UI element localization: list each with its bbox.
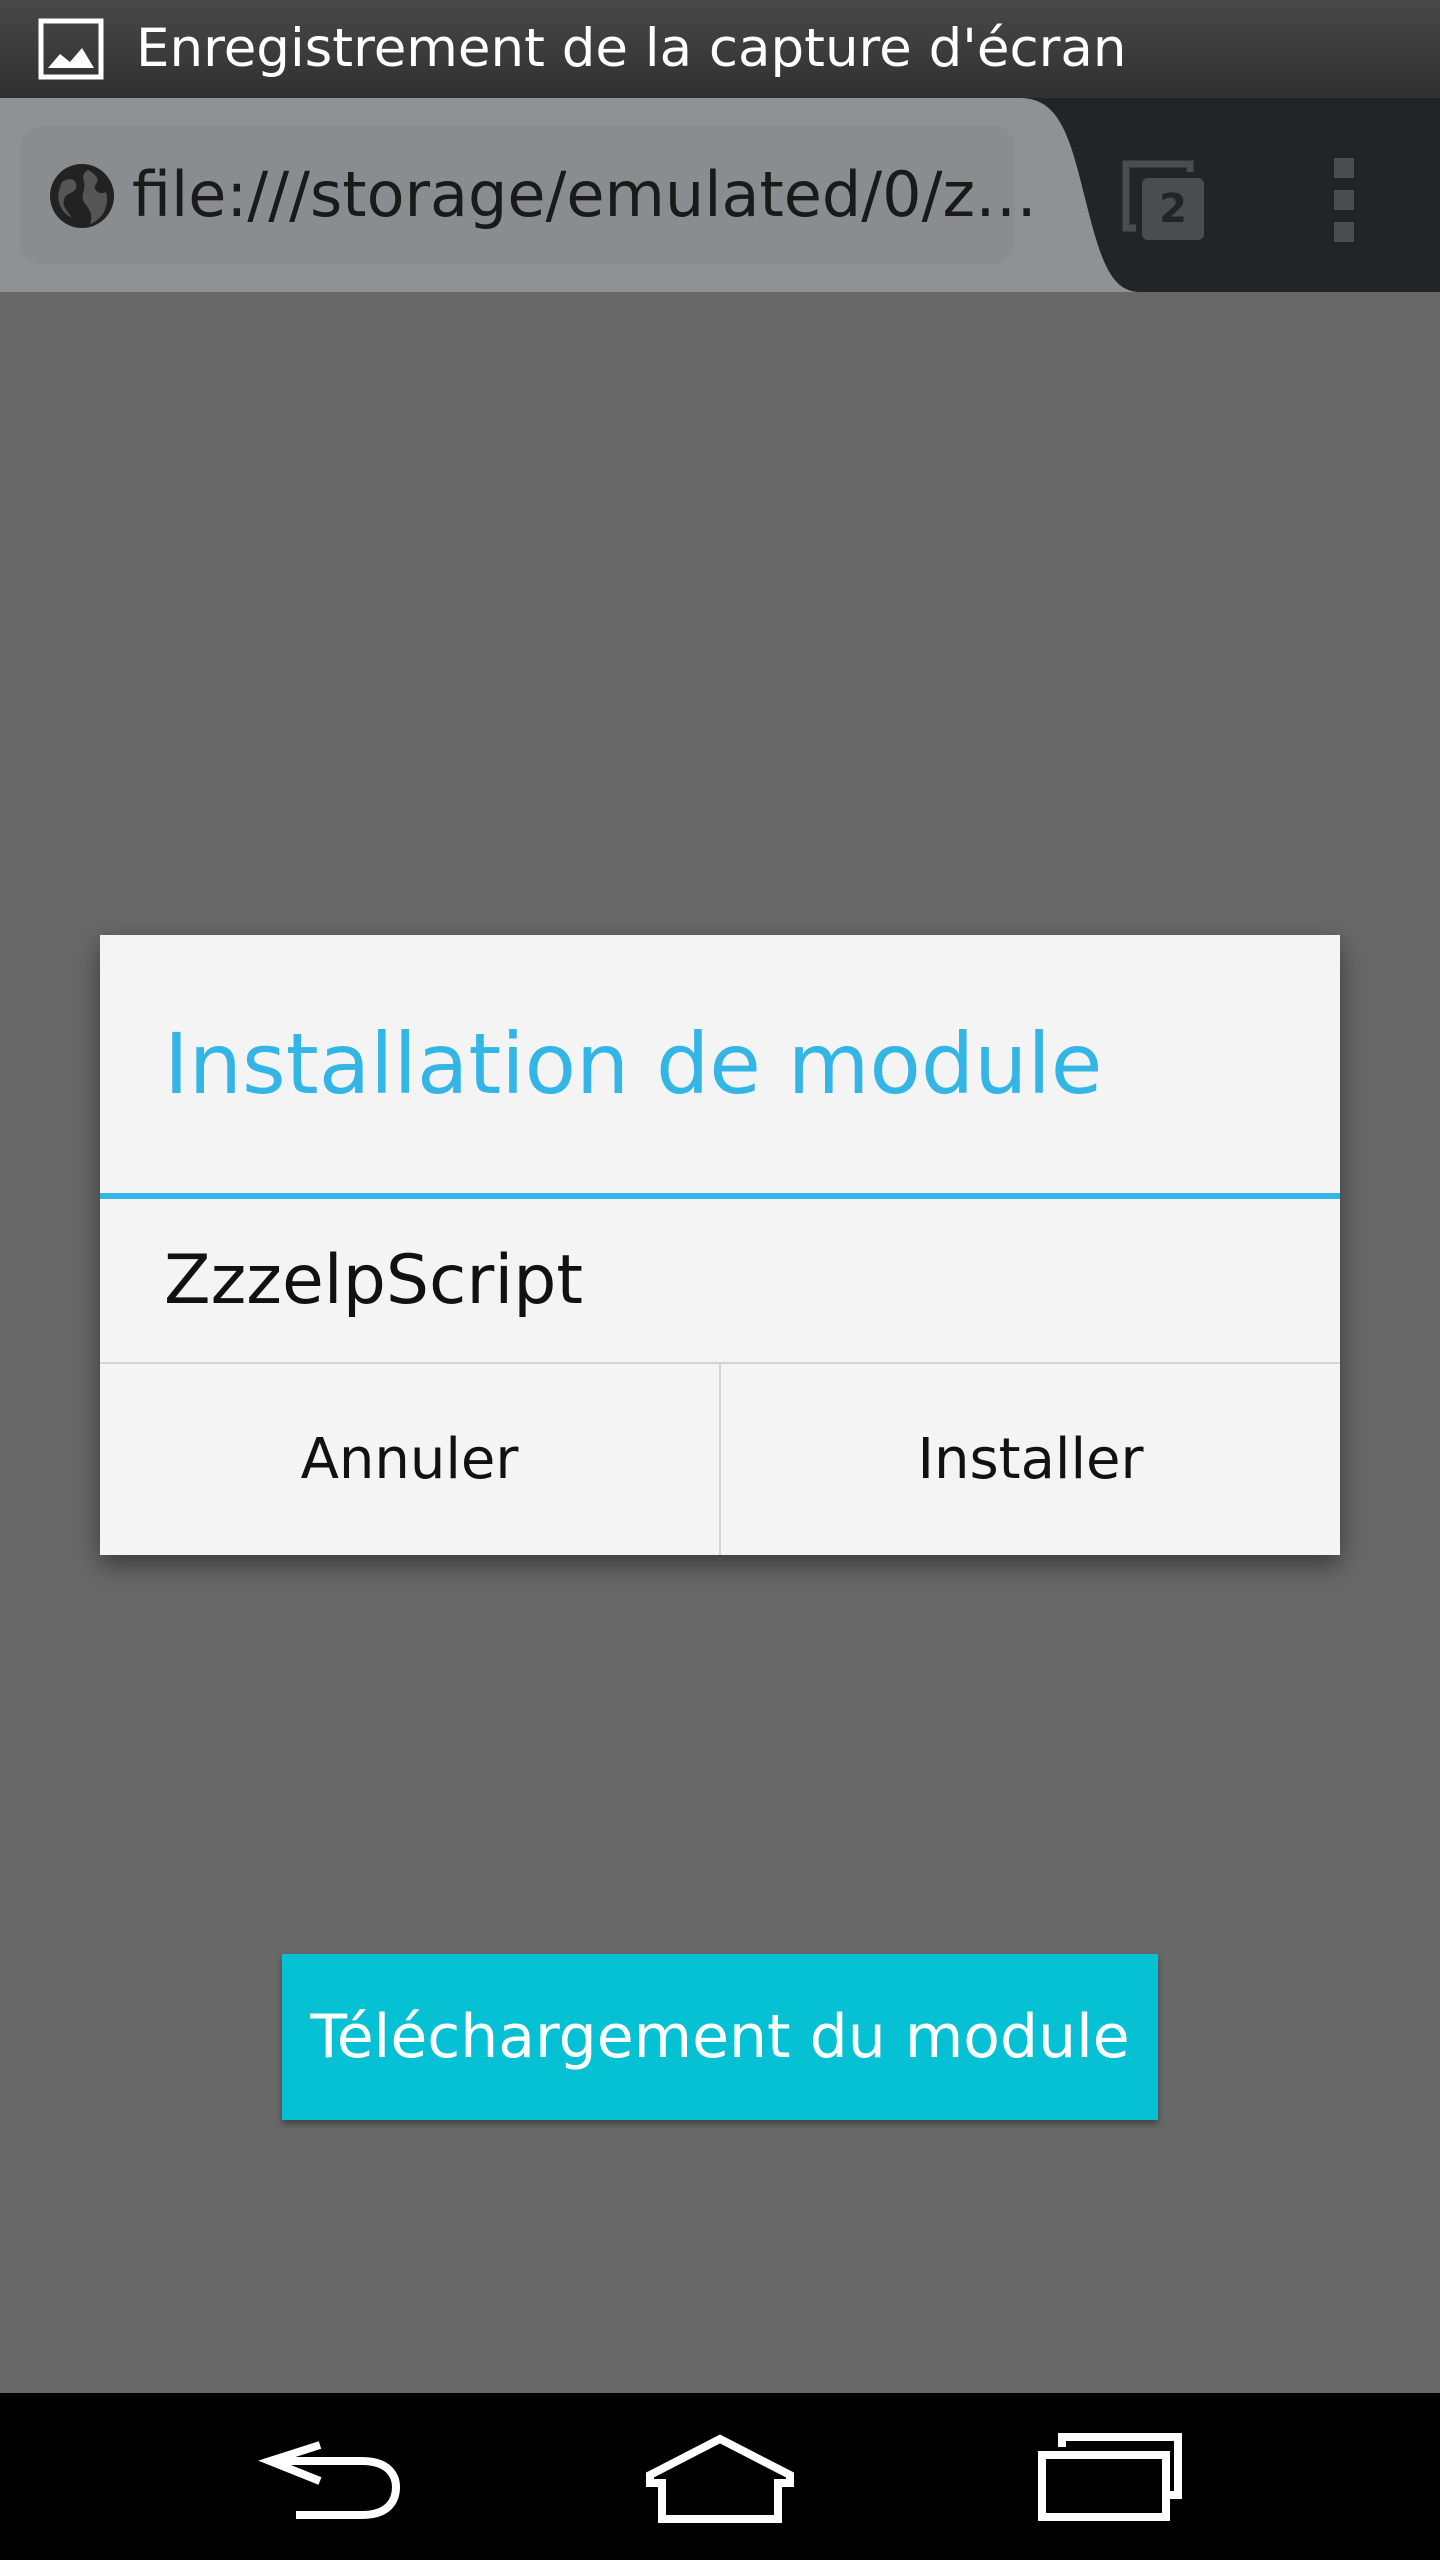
navigation-bar <box>0 2393 1440 2560</box>
url-text: file:///storage/emulated/0/z… <box>132 158 1038 231</box>
recent-apps-icon[interactable] <box>1030 2411 1190 2541</box>
install-button[interactable]: Installer <box>719 1364 1340 1555</box>
download-module-button[interactable]: Téléchargement du module <box>282 1954 1158 2120</box>
tabs-icon: 2 <box>1122 160 1204 240</box>
image-icon <box>38 18 104 80</box>
tab-count: 2 <box>1159 186 1187 232</box>
status-bar: Enregistrement de la capture d'écran <box>0 0 1440 98</box>
tabs-button[interactable]: 2 <box>1118 150 1218 250</box>
home-icon[interactable] <box>640 2411 800 2541</box>
globe-icon <box>50 164 114 228</box>
browser-toolbar: file:///storage/emulated/0/z… 2 <box>0 98 1440 292</box>
url-bar[interactable]: file:///storage/emulated/0/z… <box>20 126 1037 264</box>
dialog-button-bar: Annuler Installer <box>100 1362 1340 1557</box>
back-icon[interactable] <box>250 2411 410 2541</box>
overflow-menu-button[interactable] <box>1314 150 1374 250</box>
overflow-menu-icon <box>1334 158 1354 242</box>
install-module-dialog: Installation de module ZzzelpScript Annu… <box>100 935 1340 1555</box>
cancel-button[interactable]: Annuler <box>100 1364 719 1555</box>
dialog-message: ZzzelpScript <box>164 1241 584 1320</box>
status-notification-text: Enregistrement de la capture d'écran <box>136 18 1127 79</box>
dialog-title: Installation de module <box>164 1015 1103 1113</box>
